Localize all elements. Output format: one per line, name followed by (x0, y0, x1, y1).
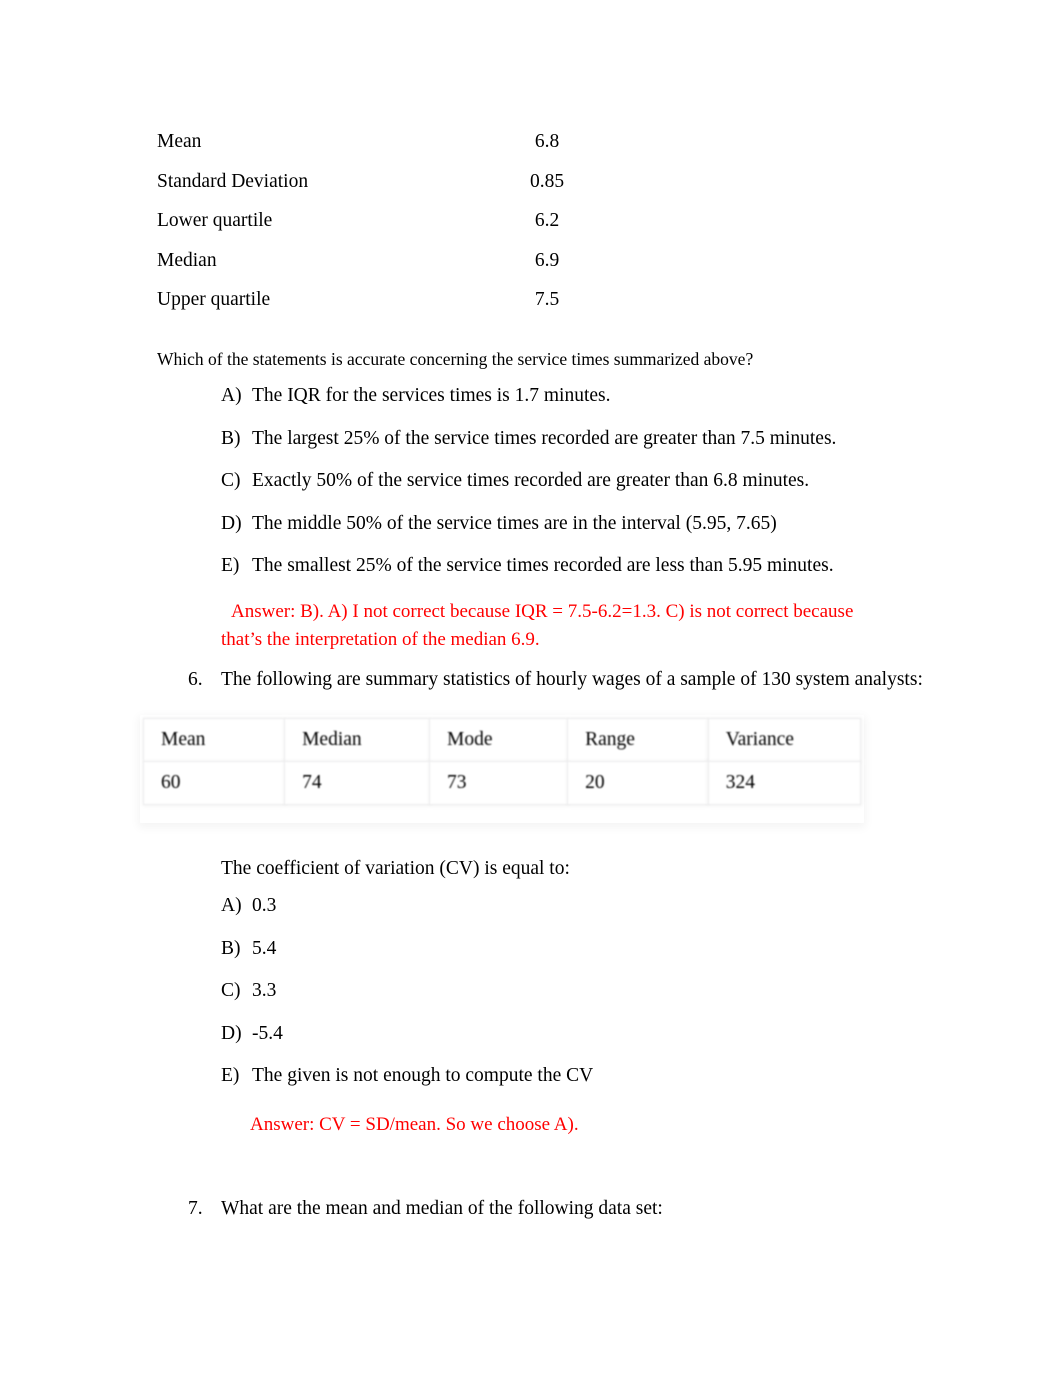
question-5-answer: Answer: B). A) I not correct because IQR… (221, 598, 911, 654)
option-letter: E) (221, 555, 240, 576)
question-text: What are the mean and median of the foll… (221, 1198, 663, 1219)
option-text: The given is not enough to compute the C… (252, 1065, 594, 1086)
table-cell: 324 (707, 761, 862, 805)
list-item: Mean 6.8 (157, 122, 617, 162)
list-item: Standard Deviation 0.85 (157, 162, 617, 202)
stat-value: 0.85 (529, 170, 565, 192)
option-d[interactable]: D) The middle 50% of the service times a… (221, 512, 981, 557)
question-number: 7. (188, 1198, 203, 1219)
list-item: Median 6.9 (157, 241, 617, 281)
document-page: Mean 6.8 Standard Deviation 0.85 Lower q… (0, 0, 1062, 1376)
summary-statistics-list: Mean 6.8 Standard Deviation 0.85 Lower q… (157, 122, 617, 320)
stat-label: Upper quartile (157, 289, 271, 311)
hourly-wages-table: Mean Median Mode Range Variance 60 74 73… (142, 718, 862, 805)
question-number: 6. (188, 669, 203, 690)
table-cell: 60 (142, 761, 286, 805)
stat-value: 7.5 (534, 289, 560, 311)
stat-label: Lower quartile (157, 210, 273, 232)
option-text: 0.3 (252, 895, 277, 916)
answer-line-1: Answer: B). A) I not correct because IQR… (231, 601, 854, 622)
option-e[interactable]: E) The smallest 25% of the service times… (221, 556, 981, 599)
list-item: Upper quartile 7.5 (157, 280, 617, 320)
stat-label: Median (157, 249, 217, 271)
option-letter: D) (221, 1022, 242, 1044)
column-header: Variance (707, 718, 862, 762)
stat-label: Standard Deviation (157, 170, 309, 192)
answer-line-2: that’s the interpretation of the median … (221, 629, 540, 650)
stat-value: 6.2 (534, 210, 560, 232)
stat-value: 6.8 (534, 131, 560, 152)
question-text: The following are summary statistics of … (221, 669, 923, 690)
question-7-heading: 7. What are the mean and median of the f… (188, 1197, 663, 1221)
option-d[interactable]: D) -5.4 (221, 1022, 821, 1067)
option-letter: B) (221, 427, 241, 449)
option-text: Exactly 50% of the service times recorde… (252, 470, 810, 491)
option-letter: D) (221, 512, 242, 534)
question-5-stem: Which of the statements is accurate conc… (157, 349, 754, 369)
option-text: The largest 25% of the service times rec… (252, 427, 837, 449)
option-text: The middle 50% of the service times are … (252, 512, 777, 534)
question-6-options: A) 0.3 B) 5.4 C) 3.3 D) -5.4 E) The give… (221, 896, 821, 1109)
hourly-wages-table-wrapper: Mean Median Mode Range Variance 60 74 73… (140, 713, 868, 825)
option-text: -5.4 (252, 1022, 283, 1044)
table-header-row: Mean Median Mode Range Variance (142, 718, 862, 762)
option-text: The smallest 25% of the service times re… (252, 555, 834, 576)
option-c[interactable]: C) 3.3 (221, 981, 821, 1024)
option-letter: B) (221, 937, 241, 959)
option-letter: C) (221, 980, 241, 1001)
option-letter: E) (221, 1065, 240, 1086)
question-6-heading: 6. The following are summary statistics … (188, 668, 923, 692)
option-text: 3.3 (252, 980, 277, 1001)
column-header: Range (567, 718, 709, 762)
option-a[interactable]: A) 0.3 (221, 896, 821, 939)
option-text: The IQR for the services times is 1.7 mi… (252, 385, 611, 406)
question-5-options: A) The IQR for the services times is 1.7… (221, 386, 981, 599)
option-letter: C) (221, 470, 241, 491)
question-6-answer: Answer: CV = SD/mean. So we choose A). (250, 1114, 579, 1135)
stat-value: 6.9 (534, 249, 560, 271)
column-header: Mode (429, 718, 569, 762)
column-header: Mean (142, 718, 286, 762)
option-c[interactable]: C) Exactly 50% of the service times reco… (221, 471, 981, 514)
table-cell: 73 (429, 761, 569, 805)
option-b[interactable]: B) 5.4 (221, 937, 821, 982)
option-a[interactable]: A) The IQR for the services times is 1.7… (221, 386, 981, 429)
option-b[interactable]: B) The largest 25% of the service times … (221, 427, 981, 472)
table-cell: 20 (567, 761, 709, 805)
list-item: Lower quartile 6.2 (157, 201, 617, 241)
option-text: 5.4 (252, 937, 277, 959)
question-6-prompt: The coefficient of variation (CV) is equ… (221, 858, 570, 879)
option-letter: A) (221, 895, 242, 916)
table-row: 60 74 73 20 324 (142, 761, 862, 805)
stat-label: Mean (157, 131, 202, 152)
column-header: Median (284, 718, 431, 762)
table-cell: 74 (284, 761, 431, 805)
option-e[interactable]: E) The given is not enough to compute th… (221, 1066, 821, 1109)
option-letter: A) (221, 385, 242, 406)
